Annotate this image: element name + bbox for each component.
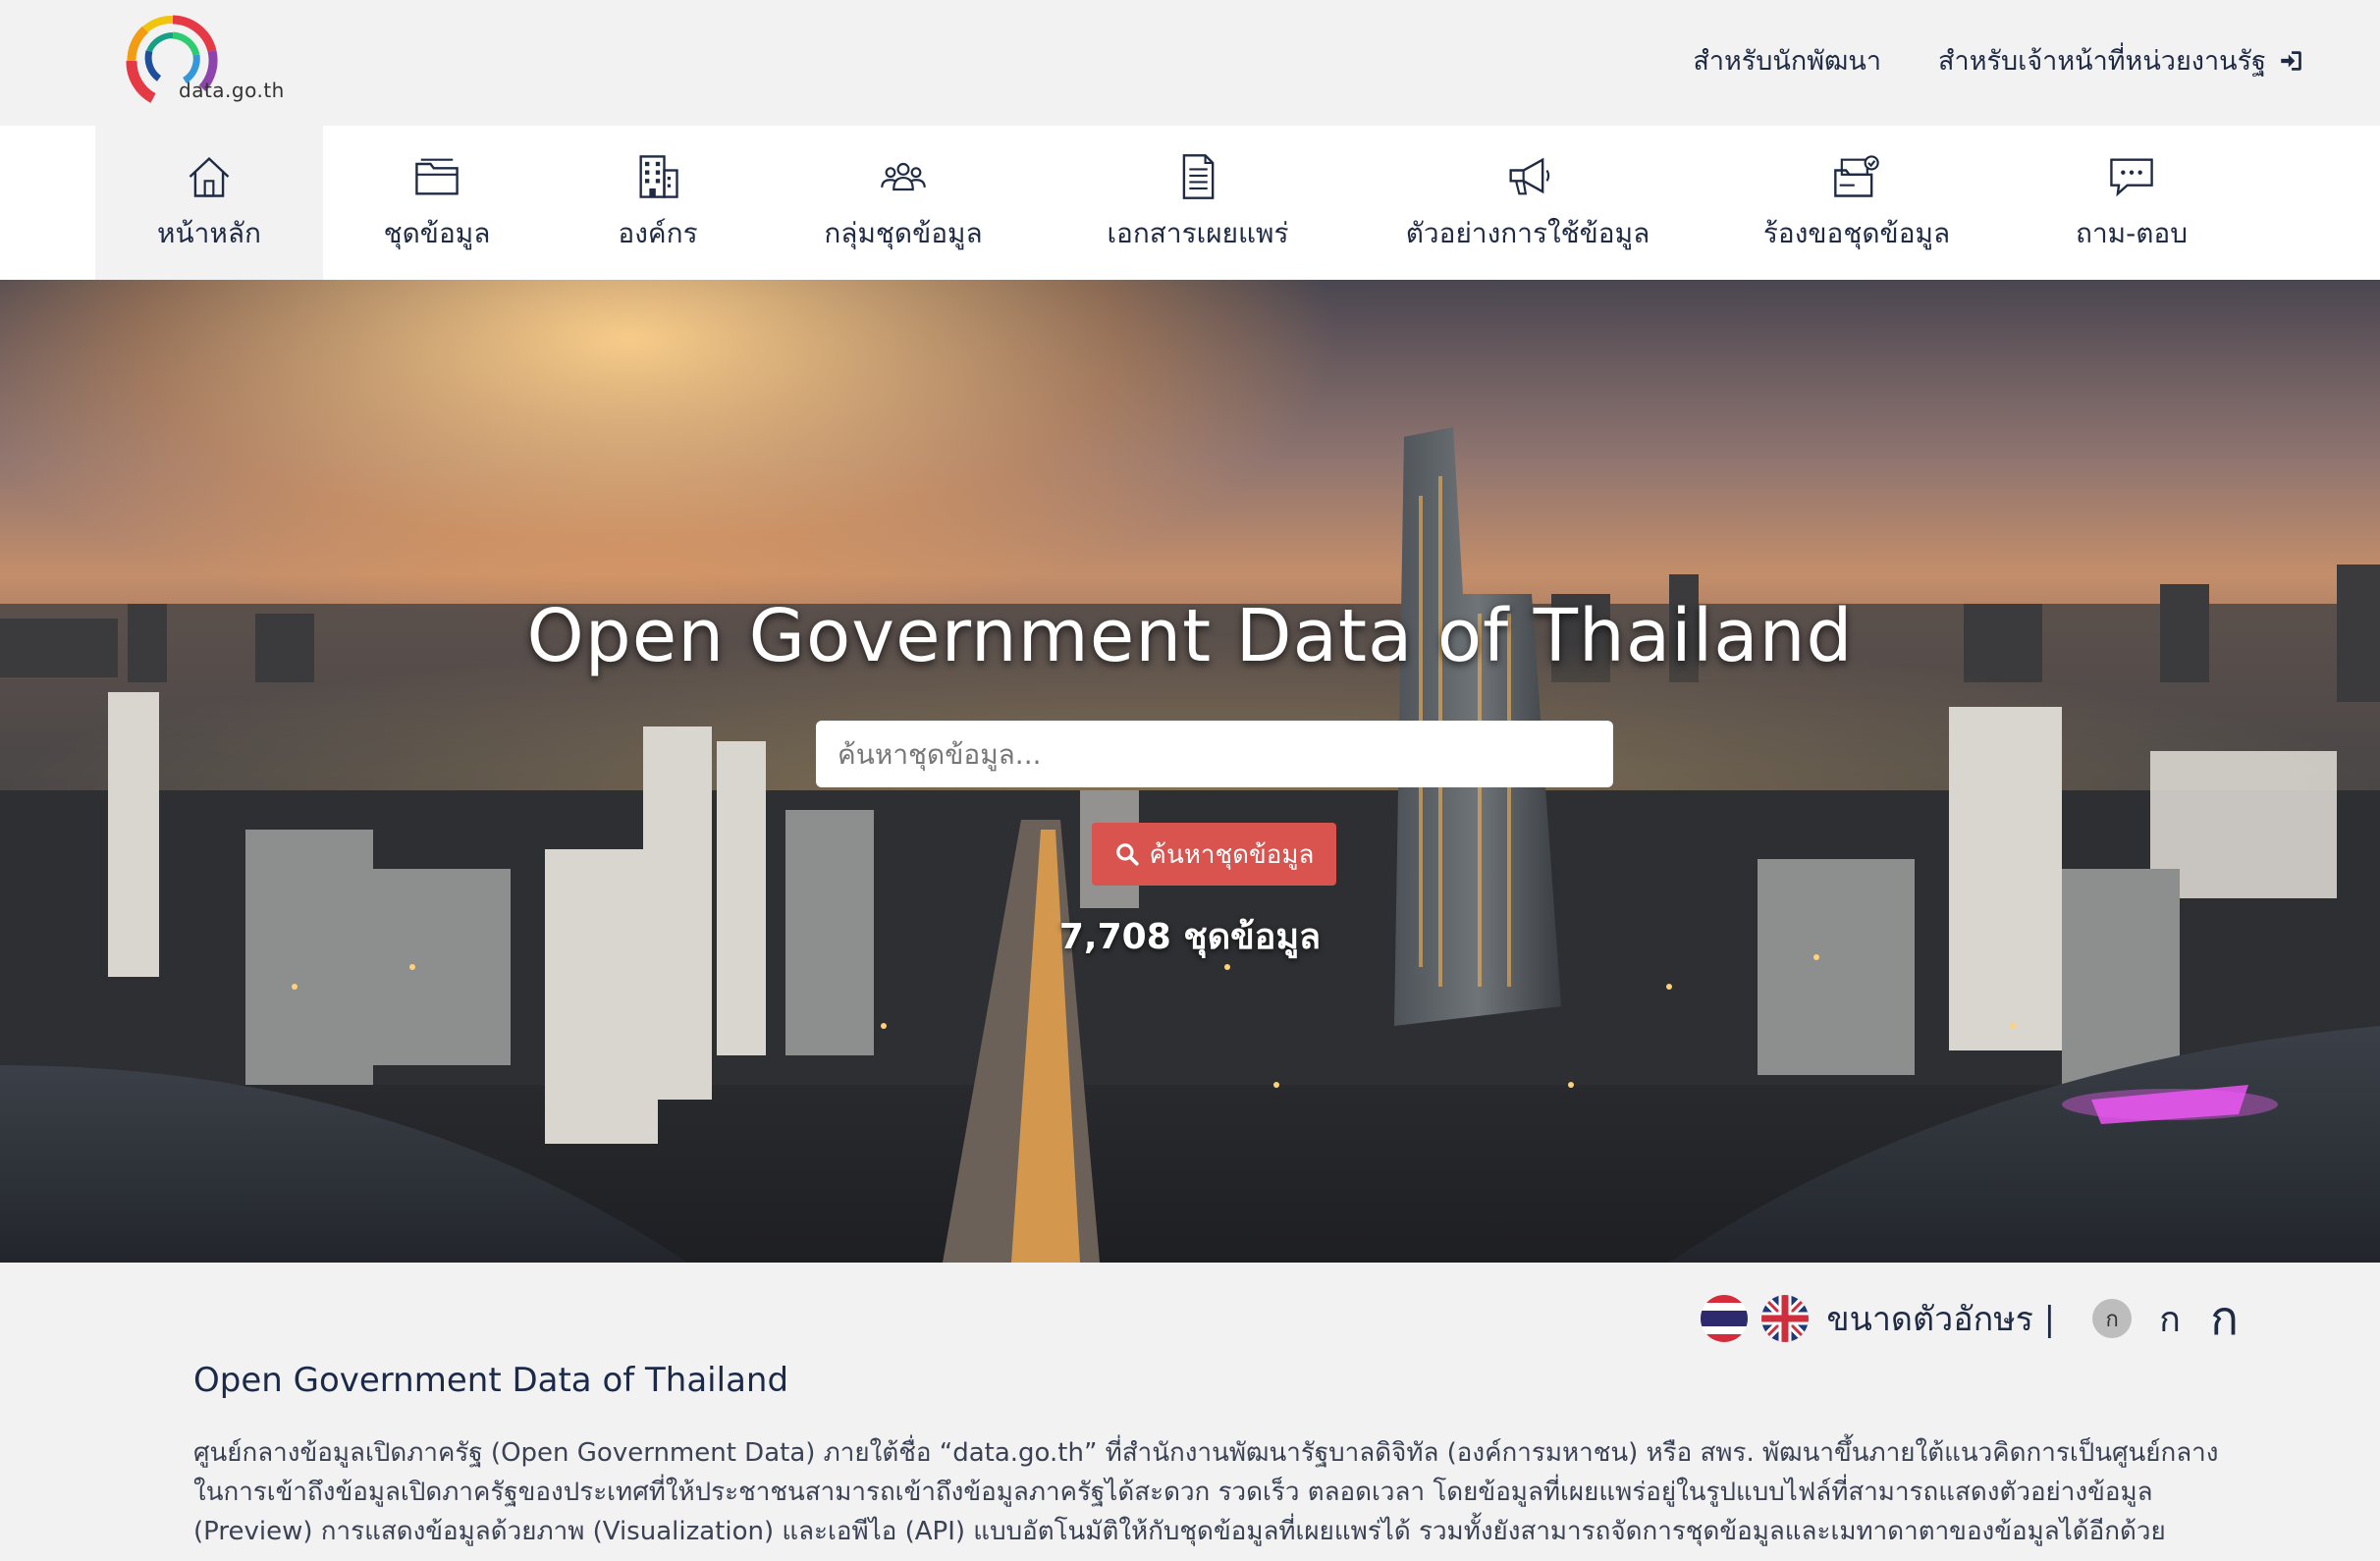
font-size-large-button[interactable]: ก (2210, 1281, 2239, 1356)
accessibility-tools: ขนาดตัวอักษร | ก ก ก (1701, 1290, 2239, 1347)
megaphone-icon (1509, 157, 1550, 194)
nav-requests-label: ร้องขอชุดข้อมูล (1762, 216, 1951, 249)
search-icon (1115, 843, 1139, 866)
top-header: data.go.th สำหรับนักพัฒนา สำหรับเจ้าหน้า… (0, 0, 2380, 126)
nav-organizations[interactable]: องค์กร (551, 126, 765, 280)
uk-flag-icon[interactable] (1761, 1295, 1810, 1342)
nav-faq[interactable]: ถาม-ตอบ (2012, 126, 2251, 280)
nav-faq-label: ถาม-ตอบ (2075, 216, 2188, 249)
hero-title: Open Government Data of Thailand (526, 594, 1854, 678)
nav-groups-label: กลุ่มชุดข้อมูล (824, 216, 983, 249)
dataset-count: 7,708 ชุดข้อมูล (1058, 917, 1322, 957)
nav-organizations-label: องค์กร (618, 216, 698, 249)
nav-showcases-label: ตัวอย่างการใช้ข้อมูล (1405, 216, 1650, 249)
developer-link[interactable]: สำหรับนักพัฒนา (1693, 39, 1881, 81)
hero-banner: Open Government Data of Thailand ค้นหาชุ… (0, 280, 2380, 1263)
developer-link-label: สำหรับนักพัฒนา (1693, 46, 1882, 77)
main-nav: หน้าหลัก ชุดข้อมูล องค์กร กลุ่มชุดข้อมูล… (0, 126, 2380, 280)
folder-icon (415, 158, 459, 195)
site-logo[interactable]: data.go.th (124, 12, 284, 110)
officer-link-label: สำหรับเจ้าหน้าที่หน่วยงานรัฐ (1938, 46, 2266, 77)
font-size-medium-button[interactable]: ก (2159, 1291, 2181, 1347)
search-button-label: ค้นหาชุดข้อมูล (1149, 839, 1315, 870)
about-description: ศูนย์กลางข้อมูลเปิดภาครัฐ (Open Governme… (193, 1438, 2219, 1546)
dataset-search-button[interactable]: ค้นหาชุดข้อมูล (1092, 823, 1336, 886)
about-title: Open Government Data of Thailand (193, 1361, 789, 1400)
top-links: สำหรับนักพัฒนา สำหรับเจ้าหน้าที่หน่วยงาน… (1693, 39, 2303, 81)
document-icon (1182, 153, 1215, 199)
officer-link[interactable]: สำหรับเจ้าหน้าที่หน่วยงานรัฐ (1938, 39, 2303, 81)
nav-groups[interactable]: กลุ่มชุดข้อมูล (765, 126, 1042, 280)
nav-publications-label: เอกสารเผยแพร่ (1107, 216, 1289, 249)
home-icon (189, 156, 230, 197)
font-size-label: ขนาดตัวอักษร | (1826, 1300, 2056, 1339)
nav-publications[interactable]: เอกสารเผยแพร่ (1042, 126, 1354, 280)
sign-in-icon (2281, 50, 2301, 71)
nav-datasets[interactable]: ชุดข้อมูล (323, 126, 551, 280)
building-icon (639, 154, 678, 198)
chat-icon (2110, 157, 2153, 196)
thai-flag-icon[interactable] (1701, 1295, 1749, 1342)
font-size-small-button[interactable]: ก (2092, 1299, 2133, 1338)
logo-text: data.go.th (179, 79, 285, 102)
nav-datasets-label: ชุดข้อมูล (383, 216, 491, 249)
group-icon (881, 162, 926, 190)
nav-home[interactable]: หน้าหลัก (95, 126, 323, 280)
request-icon (1834, 154, 1879, 197)
nav-requests[interactable]: ร้องขอชุดข้อมูล (1702, 126, 2012, 280)
nav-showcases[interactable]: ตัวอย่างการใช้ข้อมูล (1354, 126, 1702, 280)
dataset-search-input[interactable] (816, 721, 1613, 787)
nav-home-label: หน้าหลัก (157, 216, 261, 249)
